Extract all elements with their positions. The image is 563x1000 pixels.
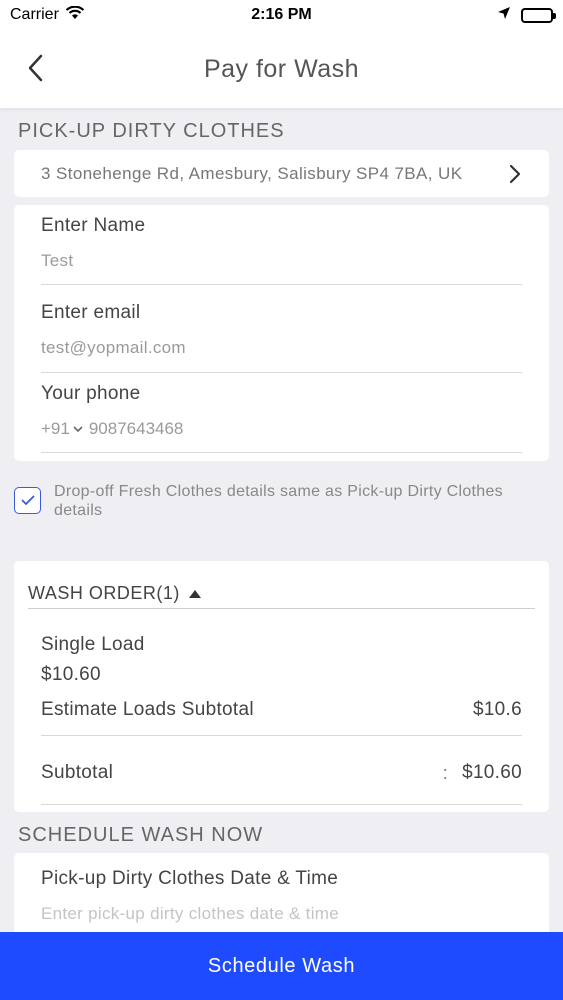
estimate-value: $10.6 <box>472 699 522 720</box>
wash-order-card: WASH ORDER(1) Single Load $10.60 Estimat… <box>14 561 549 812</box>
order-item-price: $10.60 <box>41 664 101 685</box>
order-item-name: Single Load <box>41 634 145 655</box>
pickup-address: 3 Stonehenge Rd, Amesbury, Salisbury SP4… <box>41 163 463 183</box>
status-left: Carrier <box>10 5 85 25</box>
same-details-label: Drop-off Fresh Clothes details same as P… <box>54 483 503 519</box>
country-code-select[interactable]: +91 <box>41 419 89 439</box>
phone-row: +91 9087643468 <box>41 419 522 439</box>
same-details-row: Drop-off Fresh Clothes details same as P… <box>14 482 534 520</box>
wash-order-title: WASH ORDER(1) <box>28 583 180 603</box>
phone-field[interactable]: Your phone +91 9087643468 <box>41 383 522 453</box>
chevron-down-icon <box>73 425 83 433</box>
pickup-section-title: PICK-UP DIRTY CLOTHES <box>18 120 285 142</box>
location-arrow-icon <box>497 6 511 25</box>
carrier-label: Carrier <box>10 6 59 23</box>
wash-order-toggle[interactable]: WASH ORDER(1) <box>28 579 535 609</box>
email-label: Enter email <box>41 302 141 323</box>
phone-input[interactable]: 9087643468 <box>89 419 184 439</box>
schedule-wash-button[interactable]: Schedule Wash <box>0 932 563 1000</box>
nav-bar: Pay for Wash <box>0 30 563 108</box>
subtotal-value: $10.60 <box>462 762 522 783</box>
country-code: +91 <box>41 419 70 438</box>
checkmark-icon <box>21 495 34 505</box>
subtotal-label: Subtotal <box>41 762 114 783</box>
estimate-label: Estimate Loads Subtotal <box>41 699 254 720</box>
pickup-address-row[interactable]: 3 Stonehenge Rd, Amesbury, Salisbury SP4… <box>14 150 549 197</box>
email-field[interactable]: Enter email test@yopmail.com <box>41 302 522 373</box>
chevron-left-icon <box>28 54 43 82</box>
wifi-icon <box>65 5 85 25</box>
status-bar: Carrier 2:16 PM <box>0 0 563 30</box>
chevron-right-icon <box>509 164 521 183</box>
subtotal-row: Subtotal : $10.60 <box>41 762 522 784</box>
name-label: Enter Name <box>41 215 146 236</box>
pickup-datetime-input[interactable]: Enter pick-up dirty clothes date & time <box>41 904 522 924</box>
pickup-datetime-label: Pick-up Dirty Clothes Date & Time <box>41 868 339 889</box>
contact-card: Enter Name Test Enter email test@yopmail… <box>14 205 549 461</box>
pickup-datetime-field[interactable]: Pick-up Dirty Clothes Date & Time Enter … <box>41 868 522 938</box>
divider <box>41 804 522 805</box>
caret-up-icon <box>188 589 201 598</box>
back-button[interactable] <box>20 50 50 86</box>
same-details-checkbox[interactable] <box>14 487 41 514</box>
name-input[interactable]: Test <box>41 251 522 271</box>
subtotal-amount-group: : $10.60 <box>443 762 522 784</box>
subtotal-colon: : <box>442 762 449 783</box>
estimate-row: Estimate Loads Subtotal $10.6 <box>41 699 522 721</box>
page-title: Pay for Wash <box>203 54 360 83</box>
battery-icon <box>521 7 556 23</box>
phone-label: Your phone <box>41 383 141 404</box>
name-field[interactable]: Enter Name Test <box>41 215 522 285</box>
status-right <box>497 6 556 25</box>
email-input[interactable]: test@yopmail.com <box>41 338 522 358</box>
divider <box>41 735 522 736</box>
schedule-section-title: SCHEDULE WASH NOW <box>18 824 264 846</box>
